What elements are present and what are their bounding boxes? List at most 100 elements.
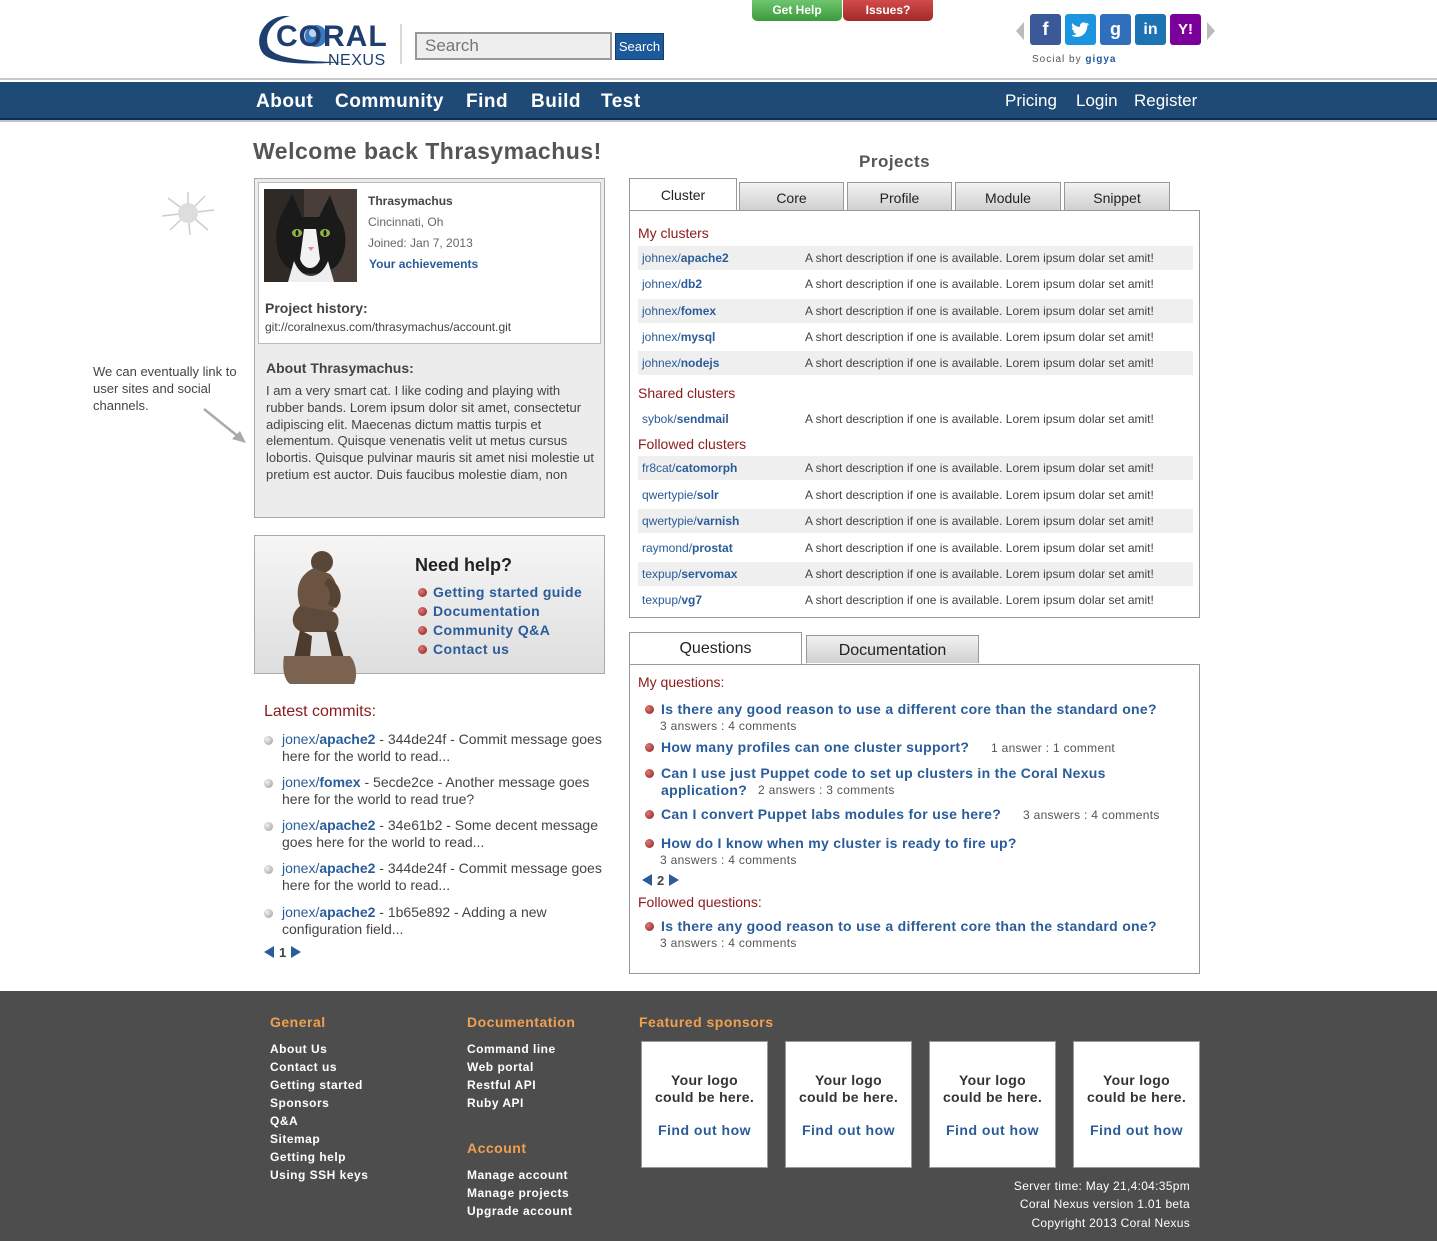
- gigya-brand[interactable]: gigya: [1085, 54, 1116, 65]
- footer-link[interactable]: Getting started: [270, 1078, 363, 1092]
- cluster-link[interactable]: johnex/nodejs: [642, 351, 719, 375]
- my-clusters-title: My clusters: [638, 225, 709, 241]
- next-page-icon[interactable]: [669, 874, 680, 886]
- next-page-icon[interactable]: [291, 946, 302, 958]
- social-next-icon[interactable]: [1207, 22, 1215, 40]
- cluster-link[interactable]: sybok/sendmail: [642, 407, 729, 431]
- sponsor-link[interactable]: Find out how: [786, 1122, 911, 1138]
- profile-city: Cincinnati, Oh: [368, 215, 444, 229]
- cluster-link[interactable]: johnex/db2: [642, 272, 702, 296]
- get-help-tab[interactable]: Get Help: [752, 0, 842, 21]
- avatar[interactable]: [264, 189, 357, 282]
- google-icon[interactable]: g: [1100, 14, 1131, 45]
- sponsor-slot[interactable]: Your logo could be here. Find out how: [929, 1041, 1056, 1168]
- footer-link[interactable]: Getting help: [270, 1150, 346, 1164]
- coral-nexus-logo[interactable]: CORAL NEXUS: [254, 8, 394, 72]
- question-link[interactable]: Can I convert Puppet labs modules for us…: [661, 806, 1001, 822]
- prev-page-icon[interactable]: [264, 946, 274, 958]
- cluster-link[interactable]: johnex/mysql: [642, 325, 715, 349]
- nav-login[interactable]: Login: [1076, 91, 1118, 111]
- decorative-splat-icon: [161, 192, 215, 236]
- question-link[interactable]: application?: [661, 782, 747, 798]
- question-link[interactable]: Can I use just Puppet code to set up clu…: [661, 765, 1106, 781]
- tab-module[interactable]: Module: [955, 182, 1061, 210]
- bullet-icon: [264, 909, 273, 918]
- sponsor-slot[interactable]: Your logo could be here. Find out how: [785, 1041, 912, 1168]
- tab-cluster[interactable]: Cluster: [629, 178, 737, 210]
- question-meta: 3 answers : 4 comments: [1023, 808, 1160, 822]
- footer-link[interactable]: Upgrade account: [467, 1204, 573, 1218]
- question-link[interactable]: How many profiles can one cluster suppor…: [661, 739, 969, 755]
- footer-link[interactable]: Sitemap: [270, 1132, 320, 1146]
- table-row: qwertypie/solr A short description if one…: [638, 483, 1193, 507]
- cluster-link[interactable]: raymond/prostat: [642, 536, 733, 560]
- tab-snippet[interactable]: Snippet: [1064, 182, 1170, 210]
- sponsor-slot[interactable]: Your logo could be here. Find out how: [641, 1041, 768, 1168]
- footer-link[interactable]: About Us: [270, 1042, 327, 1056]
- footer-link[interactable]: Manage account: [467, 1168, 568, 1182]
- footer-link[interactable]: Ruby API: [467, 1096, 524, 1110]
- sponsor-slot[interactable]: Your logo could be here. Find out how: [1073, 1041, 1200, 1168]
- achievements-link[interactable]: Your achievements: [369, 257, 478, 271]
- footer-link[interactable]: Web portal: [467, 1060, 534, 1074]
- question-link[interactable]: Is there any good reason to use a differ…: [661, 918, 1157, 934]
- thinker-statue-image: [283, 551, 357, 684]
- cluster-description: A short description if one is available.…: [805, 356, 1154, 370]
- bullet-icon: [645, 769, 654, 778]
- table-row: qwertypie/varnish A short description if …: [638, 509, 1193, 533]
- cluster-link[interactable]: texpup/vg7: [642, 588, 702, 612]
- question-meta: 3 answers : 4 comments: [660, 719, 797, 733]
- about-label: About Thrasymachus:: [266, 360, 414, 376]
- cluster-link[interactable]: fr8cat/catomorph: [642, 456, 737, 480]
- footer-link[interactable]: Restful API: [467, 1078, 536, 1092]
- issues-tab[interactable]: Issues?: [843, 0, 933, 21]
- search-input[interactable]: [415, 32, 612, 60]
- nav-build[interactable]: Build: [531, 91, 581, 113]
- tab-core[interactable]: Core: [739, 182, 844, 210]
- cluster-link[interactable]: johnex/apache2: [642, 246, 729, 270]
- question-link[interactable]: Is there any good reason to use a differ…: [661, 701, 1157, 717]
- tab-profile[interactable]: Profile: [847, 182, 952, 210]
- footer-link[interactable]: Manage projects: [467, 1186, 569, 1200]
- twitter-icon[interactable]: [1065, 14, 1096, 45]
- cluster-link[interactable]: johnex/fomex: [642, 299, 716, 323]
- footer-link[interactable]: Contact us: [270, 1060, 337, 1074]
- commit-repo-link[interactable]: jonex/apache2: [282, 860, 375, 876]
- commit-repo-link[interactable]: jonex/apache2: [282, 904, 375, 920]
- nav-pricing[interactable]: Pricing: [1005, 91, 1057, 111]
- cluster-link[interactable]: texpup/servomax: [642, 562, 737, 586]
- question-link[interactable]: How do I know when my cluster is ready t…: [661, 835, 1017, 851]
- cluster-link[interactable]: qwertypie/varnish: [642, 509, 739, 533]
- table-row: fr8cat/catomorph A short description if o…: [638, 456, 1193, 480]
- sponsor-link[interactable]: Find out how: [930, 1122, 1055, 1138]
- sponsor-link[interactable]: Find out how: [1074, 1122, 1199, 1138]
- commit-repo-link[interactable]: jonex/fomex: [282, 774, 361, 790]
- footer-link[interactable]: Command line: [467, 1042, 556, 1056]
- commit-repo-link[interactable]: jonex/apache2: [282, 731, 375, 747]
- cluster-description: A short description if one is available.…: [805, 461, 1154, 475]
- sponsor-link[interactable]: Find out how: [642, 1122, 767, 1138]
- nav-find[interactable]: Find: [466, 91, 508, 113]
- copyright: Copyright 2013 Coral Nexus: [1031, 1216, 1190, 1230]
- footer-link[interactable]: Sponsors: [270, 1096, 329, 1110]
- page-title: Welcome back Thrasymachus!: [253, 138, 602, 164]
- bullet-icon: [264, 779, 273, 788]
- tab-documentation[interactable]: Documentation: [806, 635, 979, 663]
- linkedin-icon[interactable]: in: [1135, 14, 1166, 45]
- yahoo-icon[interactable]: Y!: [1170, 14, 1201, 45]
- footer-link[interactable]: Q&A: [270, 1114, 298, 1128]
- social-prev-icon[interactable]: [1016, 22, 1024, 40]
- commit-repo-link[interactable]: jonex/apache2: [282, 817, 375, 833]
- search-button[interactable]: Search: [615, 33, 664, 60]
- nav-about[interactable]: About: [256, 91, 313, 113]
- help-link-label: Community Q&A: [433, 622, 551, 638]
- tab-questions[interactable]: Questions: [629, 632, 802, 664]
- nav-test[interactable]: Test: [601, 91, 641, 113]
- prev-page-icon[interactable]: [642, 874, 652, 886]
- facebook-icon[interactable]: f: [1030, 14, 1061, 45]
- cluster-link[interactable]: qwertypie/solr: [642, 483, 719, 507]
- footer-link[interactable]: Using SSH keys: [270, 1168, 368, 1182]
- question-meta: 2 answers : 3 comments: [758, 783, 895, 797]
- nav-register[interactable]: Register: [1134, 91, 1197, 111]
- nav-community[interactable]: Community: [335, 91, 444, 113]
